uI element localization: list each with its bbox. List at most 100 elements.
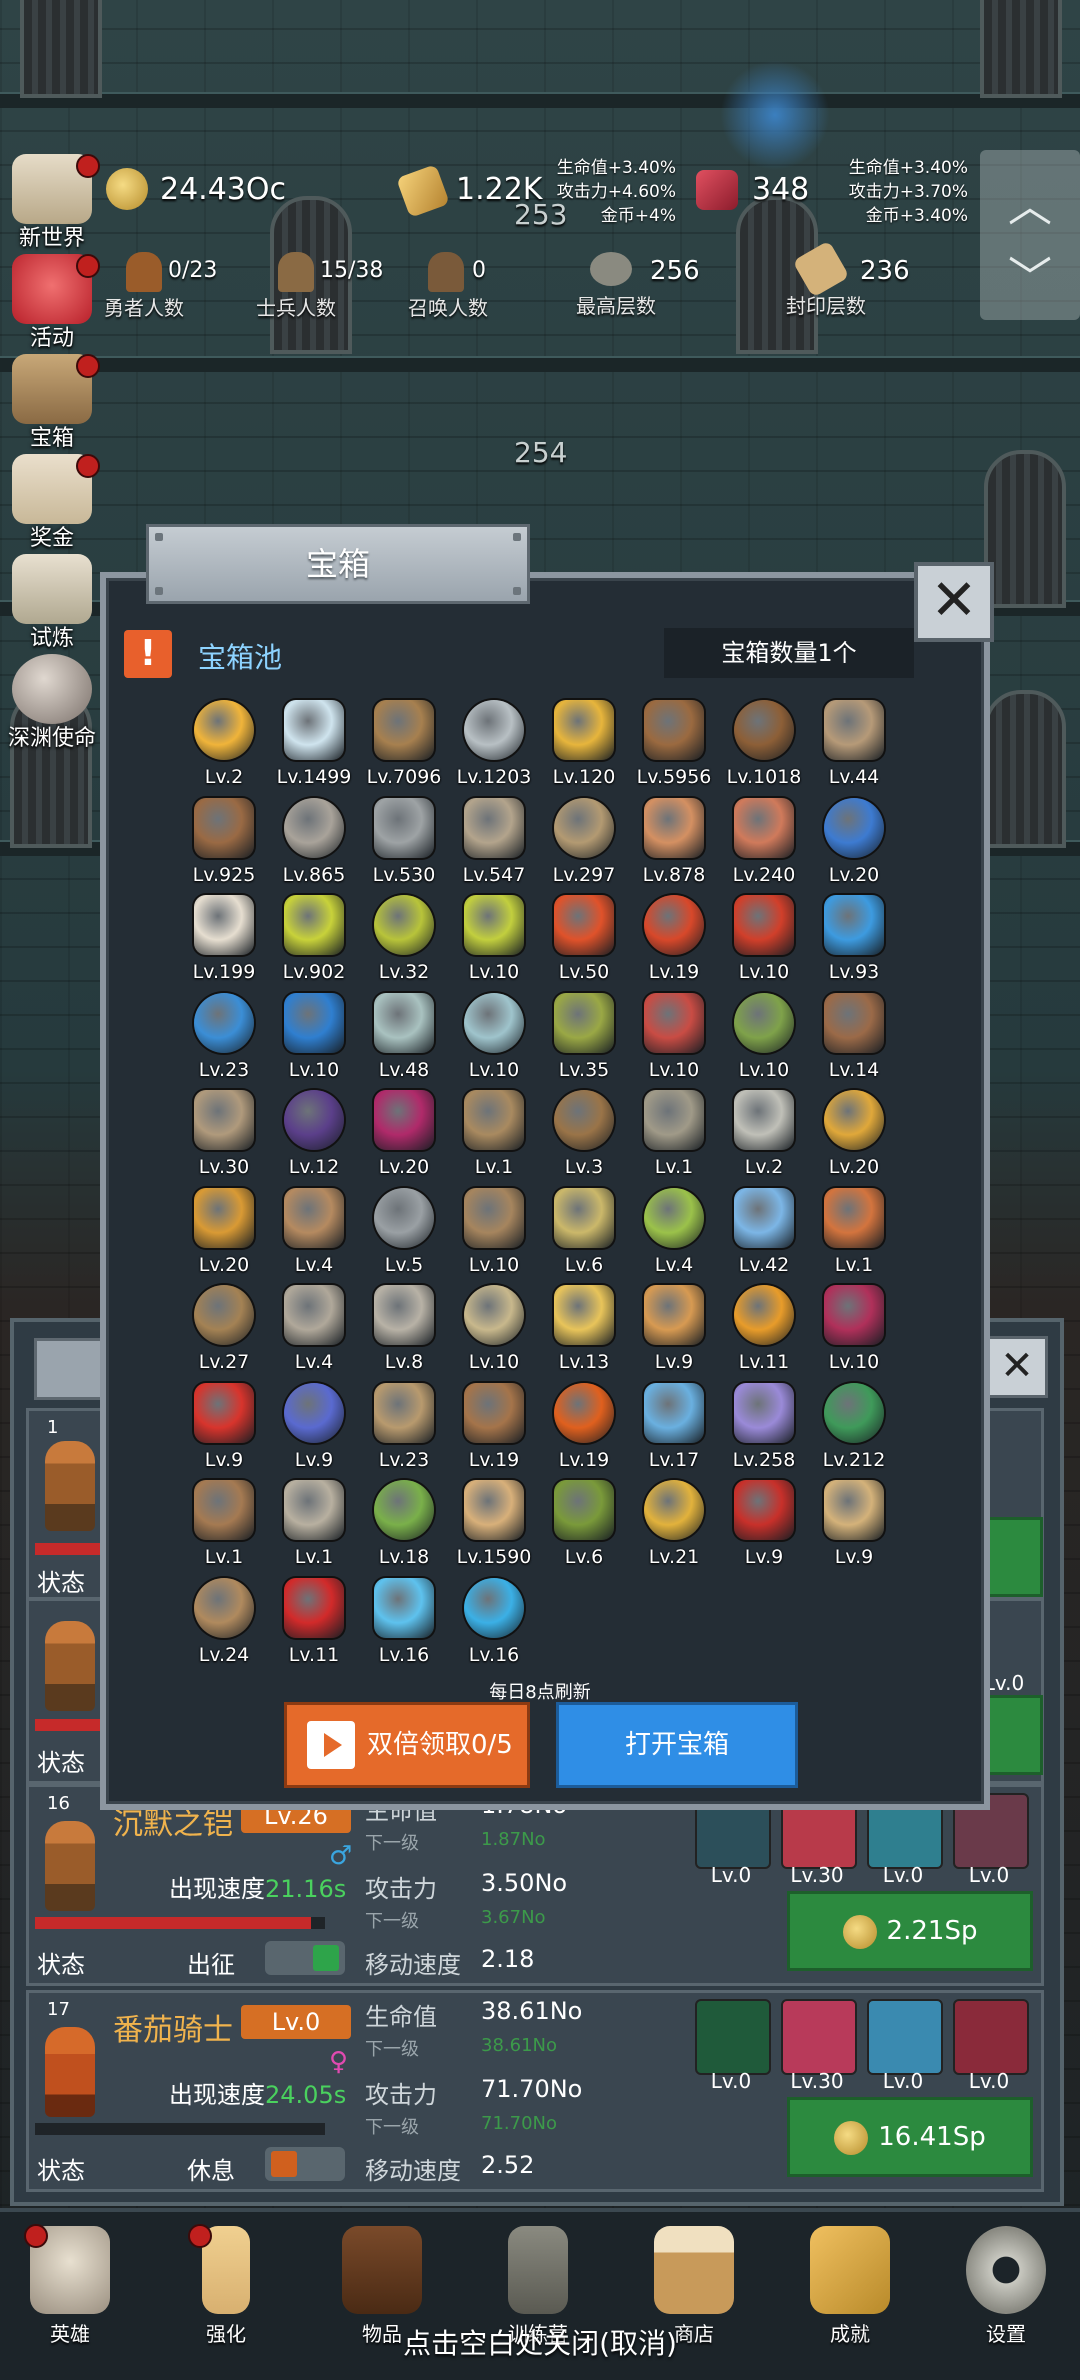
chest-item[interactable]: Lv.1 (266, 1480, 362, 1576)
deploy-toggle[interactable] (265, 1941, 345, 1975)
chest-item[interactable]: Lv.23 (176, 992, 272, 1089)
chest-item[interactable]: Lv.6 (536, 1480, 632, 1576)
chest-item[interactable]: Lv.13 (536, 1285, 632, 1381)
chest-item[interactable]: Lv.20 (806, 797, 902, 894)
chest-item[interactable]: Lv.547 (446, 797, 542, 894)
chest-item[interactable]: Lv.10 (806, 1285, 902, 1381)
chest-item[interactable]: Lv.1 (176, 1480, 272, 1576)
side-item-trial[interactable]: 试炼 (4, 550, 100, 651)
equip-fang-icon[interactable] (781, 1999, 857, 2075)
chest-item[interactable]: Lv.23 (356, 1382, 452, 1479)
scroll-up-icon[interactable]: ︿ (1008, 170, 1052, 234)
chest-item[interactable]: Lv.10 (626, 992, 722, 1089)
hero-card[interactable]: 17 番茄骑士 Lv.0 ♀ 出现速度24.05s 状态 休息 生命值 38.6… (26, 1990, 1044, 2192)
chest-item[interactable]: Lv.10 (446, 895, 542, 991)
chest-item[interactable]: Lv.14 (806, 992, 902, 1089)
chest-item[interactable]: Lv.20 (356, 1090, 452, 1186)
chest-item[interactable]: Lv.32 (356, 895, 452, 991)
chest-item[interactable]: Lv.44 (806, 700, 902, 796)
chest-item[interactable]: Lv.5956 (626, 700, 722, 796)
scroll-down-icon[interactable]: ﹀ (1008, 242, 1052, 306)
chest-item[interactable]: Lv.10 (716, 992, 812, 1089)
chest-item[interactable]: Lv.20 (806, 1090, 902, 1186)
side-item-activity[interactable]: 活动 (4, 250, 100, 351)
chest-item[interactable]: Lv.6 (536, 1187, 632, 1284)
chest-item[interactable]: Lv.9 (176, 1382, 272, 1479)
side-item-abyss[interactable]: 深渊使命 (4, 650, 100, 751)
chest-item[interactable]: Lv.1 (806, 1187, 902, 1284)
chest-item[interactable]: Lv.258 (716, 1382, 812, 1479)
chest-item[interactable]: Lv.30 (176, 1090, 272, 1186)
chest-item[interactable]: Lv.19 (536, 1382, 632, 1479)
equip-claw-icon[interactable] (953, 1999, 1029, 2075)
chest-item[interactable]: Lv.11 (716, 1285, 812, 1381)
chest-item[interactable]: Lv.1 (626, 1090, 722, 1186)
chest-item[interactable]: Lv.20 (176, 1187, 272, 1284)
chest-item[interactable]: Lv.1 (446, 1090, 542, 1186)
chest-item[interactable]: Lv.5 (356, 1187, 452, 1284)
chest-item[interactable]: Lv.212 (806, 1382, 902, 1479)
side-item-bonus[interactable]: 奖金 (4, 450, 100, 551)
chest-item[interactable]: Lv.1018 (716, 700, 812, 796)
chest-item[interactable]: Lv.24 (176, 1577, 272, 1674)
chest-item[interactable]: Lv.11 (266, 1577, 362, 1674)
chest-item[interactable]: Lv.9 (266, 1382, 362, 1479)
chest-item[interactable]: Lv.16 (446, 1577, 542, 1674)
chest-item[interactable]: Lv.35 (536, 992, 632, 1089)
chest-item[interactable]: Lv.19 (446, 1382, 542, 1479)
chest-item[interactable]: Lv.50 (536, 895, 632, 991)
chest-item[interactable]: Lv.8 (356, 1285, 452, 1381)
chest-item[interactable]: Lv.2 (716, 1090, 812, 1186)
chest-item[interactable]: Lv.42 (716, 1187, 812, 1284)
hero-state-label: 状态 (37, 1569, 85, 1597)
chest-item[interactable]: Lv.878 (626, 797, 722, 894)
chest-item[interactable]: Lv.120 (536, 700, 632, 796)
open-chest-button[interactable]: 打开宝箱 (556, 1702, 798, 1788)
chest-item[interactable]: Lv.18 (356, 1480, 452, 1576)
chest-item[interactable]: Lv.1590 (446, 1480, 542, 1576)
hero-upgrade-button[interactable]: 2.21Sp (787, 1891, 1033, 1971)
side-item-chest[interactable]: 宝箱 (4, 350, 100, 451)
equip-rune-icon[interactable] (867, 1999, 943, 2075)
side-item-new-world[interactable]: 新世界 (4, 150, 100, 251)
chest-item[interactable]: Lv.1499 (266, 700, 362, 796)
hero-card[interactable]: 16 沉默之铠 Lv.26 ♂ 出现速度21.16s 状态 出征 生命值 1.7… (26, 1784, 1044, 1986)
chest-item[interactable]: Lv.21 (626, 1480, 722, 1576)
chest-item[interactable]: Lv.10 (446, 1285, 542, 1381)
chest-item[interactable]: Lv.902 (266, 895, 362, 991)
hero-upgrade-button[interactable]: 16.41Sp (787, 2097, 1033, 2177)
chest-item[interactable]: Lv.1203 (446, 700, 542, 796)
chest-item[interactable]: Lv.4 (266, 1187, 362, 1284)
chest-item[interactable]: Lv.4 (266, 1285, 362, 1381)
tap-to-close-hint[interactable]: 点击空白处关闭(取消) (0, 2322, 1080, 2362)
chest-item[interactable]: Lv.3 (536, 1090, 632, 1186)
chest-item[interactable]: Lv.93 (806, 895, 902, 991)
chest-item[interactable]: Lv.10 (446, 1187, 542, 1284)
chest-item[interactable]: Lv.10 (266, 992, 362, 1089)
chest-item[interactable]: Lv.9 (716, 1480, 812, 1576)
chest-item[interactable]: Lv.10 (446, 992, 542, 1089)
chest-item[interactable]: Lv.2 (176, 700, 272, 796)
equip-shield-icon[interactable] (695, 1999, 771, 2075)
chest-item[interactable]: Lv.48 (356, 992, 452, 1089)
chest-item[interactable]: Lv.9 (806, 1480, 902, 1576)
chest-item[interactable]: Lv.10 (716, 895, 812, 991)
chest-item[interactable]: Lv.27 (176, 1285, 272, 1381)
chest-item[interactable]: Lv.865 (266, 797, 362, 894)
chest-item[interactable]: Lv.7096 (356, 700, 452, 796)
ruby-icon (696, 170, 738, 210)
double-claim-button[interactable]: 双倍领取0/5 (284, 1702, 530, 1788)
chest-item[interactable]: Lv.925 (176, 797, 272, 894)
chest-item[interactable]: Lv.17 (626, 1382, 722, 1479)
chest-item[interactable]: Lv.297 (536, 797, 632, 894)
hero-panel-close-button[interactable]: ✕ (986, 1336, 1048, 1398)
chest-item[interactable]: Lv.16 (356, 1577, 452, 1674)
chest-item[interactable]: Lv.19 (626, 895, 722, 991)
chest-item[interactable]: Lv.4 (626, 1187, 722, 1284)
chest-item[interactable]: Lv.530 (356, 797, 452, 894)
deploy-toggle[interactable] (265, 2147, 345, 2181)
chest-item[interactable]: Lv.9 (626, 1285, 722, 1381)
chest-item[interactable]: Lv.240 (716, 797, 812, 894)
chest-item[interactable]: Lv.12 (266, 1090, 362, 1186)
chest-item[interactable]: Lv.199 (176, 895, 272, 991)
